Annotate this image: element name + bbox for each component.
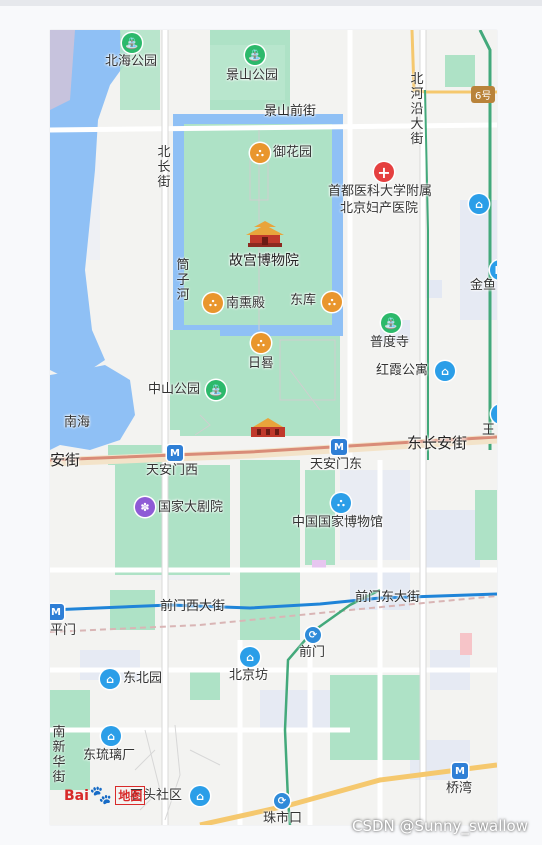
map-canvas[interactable]: ⛲ 北海公园 ⛲ 景山公园 景山前街 6号 北河沿大街 北长街 ⛬ 御花园 + … xyxy=(50,30,497,825)
label-qiaowan[interactable]: 桥湾 xyxy=(446,782,472,796)
csdn-watermark: CSDN @Sunny_swallow xyxy=(351,817,528,835)
label-hongxia-apartment[interactable]: 红霞公寓 xyxy=(376,364,428,378)
label-dongchanganjie: 东长安街 xyxy=(407,434,468,452)
building-icon[interactable]: ⌂ xyxy=(190,786,210,806)
label-dongliulichang[interactable]: 东琉璃厂 xyxy=(83,749,135,763)
label-jinyu[interactable]: 金鱼 xyxy=(470,279,496,293)
label-national-museum[interactable]: 中国国家博物馆 xyxy=(292,516,383,530)
metro-station-icon[interactable]: M xyxy=(452,763,468,779)
hospital-icon[interactable]: + xyxy=(374,162,394,182)
museum-icon[interactable]: ⛬ xyxy=(331,493,351,513)
label-imperial-garden[interactable]: 御花园 xyxy=(273,146,312,160)
label-dongku[interactable]: 东库 xyxy=(290,294,316,308)
metro-station-icon[interactable]: M xyxy=(167,445,183,461)
label-national-theater[interactable]: 国家大剧院 xyxy=(158,501,223,515)
logo-ditu: 地图 xyxy=(115,786,146,805)
label-nanxinhua-street: 南新华街 xyxy=(52,725,66,785)
logo-bai: Bai xyxy=(64,787,89,804)
label-forbidden-city[interactable]: 故宫博物院 xyxy=(229,254,299,268)
label-nanxun-hall[interactable]: 南熏殿 xyxy=(226,297,265,311)
label-zhushikou-station[interactable]: 珠市口 xyxy=(263,812,302,826)
tiananmen-gate-icon[interactable] xyxy=(249,413,287,439)
museum-icon[interactable]: ⛬ xyxy=(203,293,223,313)
metro-station-icon[interactable]: M xyxy=(50,604,64,620)
label-tongzihe: 筒子河 xyxy=(176,258,190,303)
label-tiananmen-west-station[interactable]: 天安门西 xyxy=(146,464,198,478)
park-icon[interactable]: ⛲ xyxy=(206,380,226,400)
label-pudu-temple[interactable]: 普度寺 xyxy=(370,336,409,350)
label-qianmen-station[interactable]: 前门 xyxy=(299,646,325,660)
label-dongbeiyuan[interactable]: 东北园 xyxy=(123,672,162,686)
museum-icon[interactable]: ⛬ xyxy=(251,333,271,353)
page-top-bar xyxy=(0,0,542,6)
museum-icon[interactable]: ⛬ xyxy=(322,292,342,312)
route-number-badge: 6号 xyxy=(471,86,496,103)
shopping-icon[interactable]: ⌂ xyxy=(240,647,260,667)
label-jingshan-park[interactable]: 景山公园 xyxy=(226,69,278,83)
label-changanjie-left: 安街 xyxy=(50,451,81,469)
label-tiananmen-east-station[interactable]: 天安门东 xyxy=(310,458,362,472)
museum-icon[interactable]: ⛬ xyxy=(250,143,270,163)
label-qianmen-east-street: 前门东大街 xyxy=(355,590,421,605)
metro-station-icon[interactable]: M xyxy=(331,439,347,455)
paw-icon: 🐾 xyxy=(89,785,113,806)
temple-icon[interactable]: ⛲ xyxy=(381,313,401,333)
label-nanhai[interactable]: 南海 xyxy=(64,416,90,430)
metro-station-icon[interactable]: ⟳ xyxy=(274,793,290,809)
label-jingshan-front-street: 景山前街 xyxy=(264,104,317,119)
label-zhongshan-park[interactable]: 中山公园 xyxy=(148,383,200,397)
building-icon[interactable]: ⌂ xyxy=(435,361,455,381)
building-icon[interactable]: ⌂ xyxy=(469,194,489,214)
baidu-map-logo: Bai 🐾 du 地图 xyxy=(64,785,146,806)
label-capital-medical-2[interactable]: 北京妇产医院 xyxy=(340,202,418,216)
label-sundial[interactable]: 日晷 xyxy=(248,357,274,371)
label-beihai-park[interactable]: 北海公园 xyxy=(105,55,157,69)
label-qianmen-west-street: 前门西大街 xyxy=(160,599,226,614)
label-beichang-street: 北长街 xyxy=(157,145,171,190)
metro-station-icon[interactable]: ⟳ xyxy=(305,627,321,643)
building-icon[interactable]: ⌂ xyxy=(100,669,120,689)
park-icon[interactable]: ⛲ xyxy=(245,45,265,65)
building-icon[interactable]: ⌂ xyxy=(101,726,121,746)
label-beiheyan-street: 北河沿大街 xyxy=(410,72,424,147)
forbidden-city-palace-icon[interactable] xyxy=(246,221,284,247)
label-hepingmen-station[interactable]: 平门 xyxy=(50,624,76,638)
label-wang[interactable]: 王 xyxy=(482,424,495,438)
theater-icon[interactable]: ✽ xyxy=(135,497,155,517)
label-beijingfang[interactable]: 北京坊 xyxy=(229,669,268,683)
label-capital-medical-1[interactable]: 首都医科大学附属 xyxy=(328,185,432,199)
park-icon[interactable]: ⛲ xyxy=(122,33,142,53)
